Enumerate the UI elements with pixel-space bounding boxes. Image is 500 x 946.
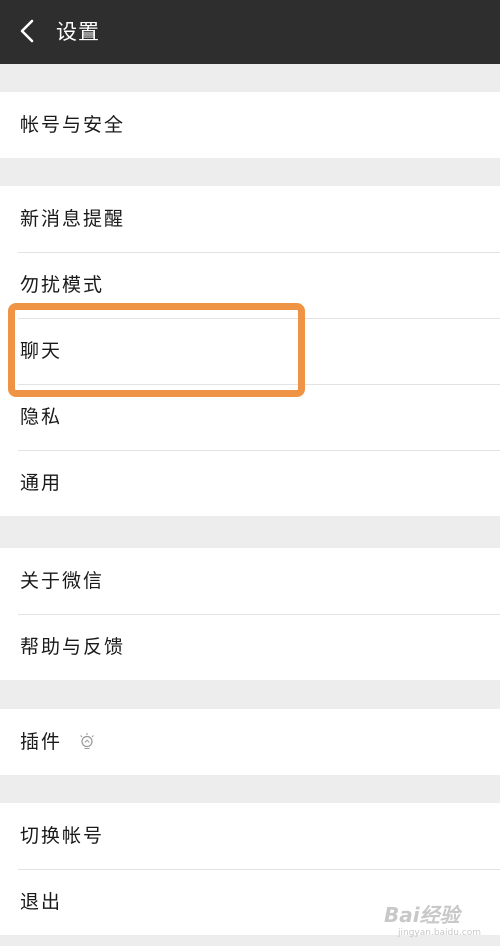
settings-group-plugins: 插件 — [0, 709, 500, 775]
watermark: Bai经验 jingyan.baidu.com — [384, 902, 494, 942]
settings-group-about: 关于微信 帮助与反馈 — [0, 548, 500, 680]
menu-item-about-wechat[interactable]: 关于微信 — [0, 548, 500, 614]
top-bar: 设置 — [0, 0, 500, 64]
menu-item-label: 切换帐号 — [20, 825, 105, 847]
watermark-logo: Bai经验 — [384, 903, 460, 927]
page-title: 设置 — [56, 20, 100, 44]
menu-item-label: 退出 — [20, 891, 63, 913]
menu-item-label: 隐私 — [20, 406, 63, 428]
menu-item-help-feedback[interactable]: 帮助与反馈 — [0, 614, 500, 680]
watermark-url: jingyan.baidu.com — [398, 928, 482, 938]
menu-item-label: 勿扰模式 — [20, 274, 105, 296]
menu-item-label: 插件 — [20, 731, 63, 753]
menu-item-new-message-alerts[interactable]: 新消息提醒 — [0, 186, 500, 252]
menu-item-plugins[interactable]: 插件 — [0, 709, 500, 775]
settings-group-account: 帐号与安全 — [0, 92, 500, 158]
chevron-left-icon[interactable] — [14, 16, 42, 46]
menu-item-label: 帮助与反馈 — [20, 636, 126, 658]
menu-item-switch-account[interactable]: 切换帐号 — [0, 803, 500, 869]
lightbulb-icon — [80, 732, 94, 749]
menu-item-account-security[interactable]: 帐号与安全 — [0, 92, 500, 158]
menu-item-label: 通用 — [20, 472, 63, 494]
menu-item-label: 关于微信 — [20, 570, 105, 592]
menu-item-label: 新消息提醒 — [20, 208, 126, 230]
highlight-box — [8, 303, 305, 397]
menu-item-label: 帐号与安全 — [20, 114, 126, 136]
menu-item-general[interactable]: 通用 — [0, 450, 500, 516]
